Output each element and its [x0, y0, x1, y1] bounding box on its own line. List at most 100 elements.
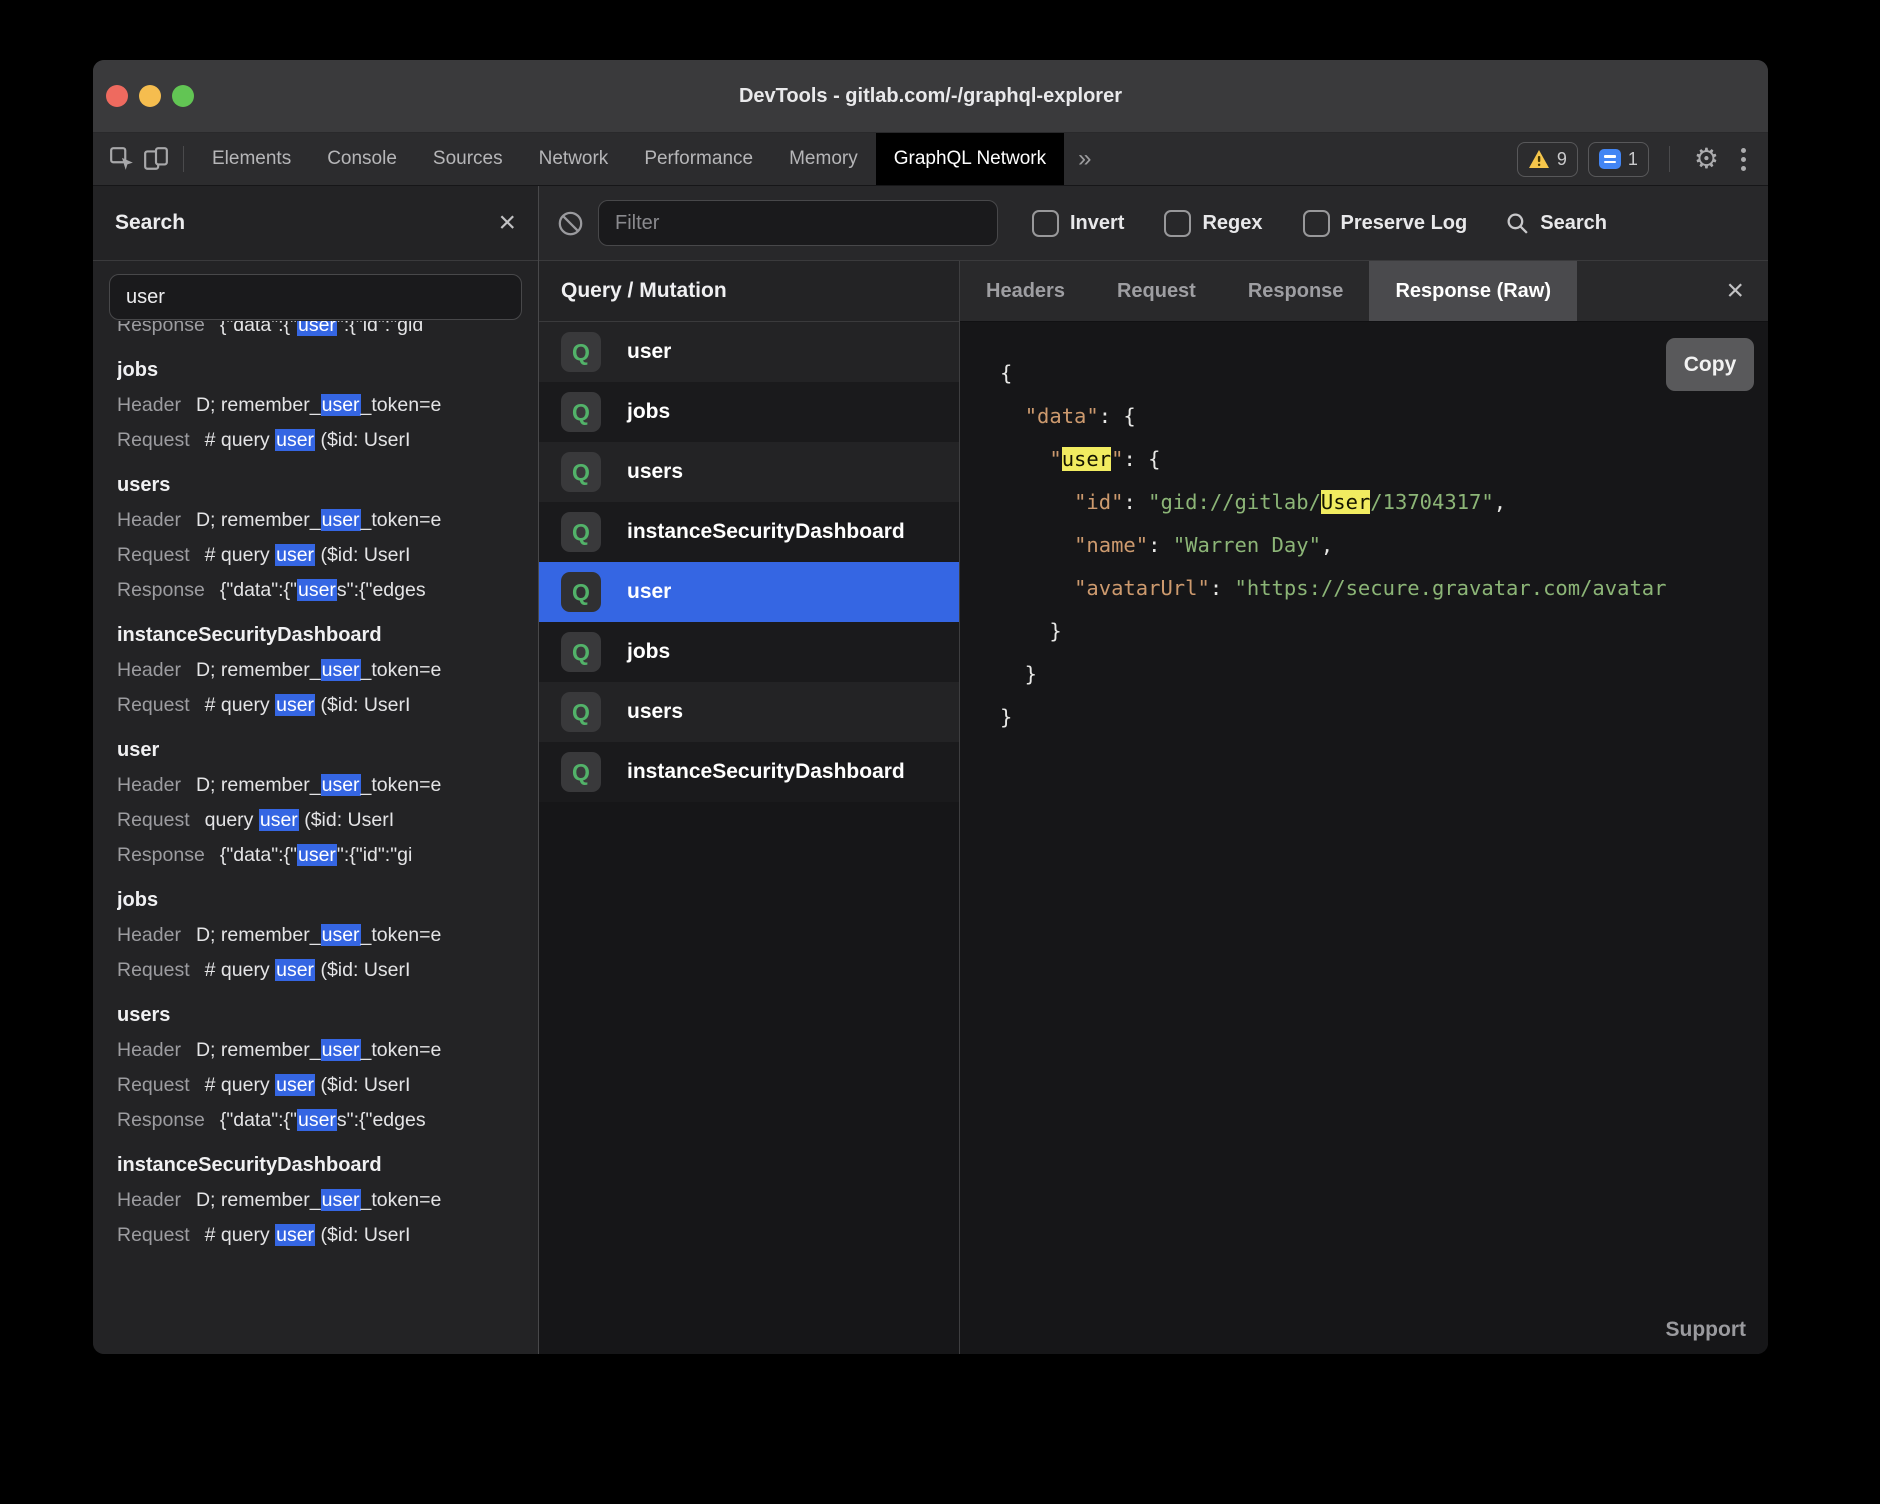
query-list-item-label: user [627, 340, 671, 364]
search-input-wrap [93, 261, 538, 321]
toolbar-right-controls: 9 1 ⚙ [1517, 142, 1754, 177]
invert-checkbox[interactable]: Invert [1032, 210, 1124, 237]
search-result-line[interactable]: HeaderD; remember_user_token=e [117, 388, 538, 423]
detail-tab-strip: HeadersRequestResponseResponse (Raw) × [960, 261, 1768, 322]
detail-tab-headers[interactable]: Headers [960, 261, 1091, 321]
devtools-tab-console[interactable]: Console [309, 133, 415, 185]
title-bar[interactable]: DevTools - gitlab.com/-/graphql-explorer [93, 60, 1768, 133]
search-result-line[interactable]: Request# query user ($id: UserI [117, 1218, 538, 1253]
search-result-line[interactable]: Request# query user ($id: UserI [117, 953, 538, 988]
query-list-item-label: user [627, 580, 671, 604]
search-result-line[interactable]: Request# query user ($id: UserI [117, 688, 538, 723]
query-list-header: Query / Mutation [539, 261, 959, 322]
devtools-tab-network[interactable]: Network [521, 133, 627, 185]
inspect-element-icon[interactable] [105, 142, 139, 176]
issues-count: 1 [1628, 149, 1638, 170]
detail-tab-request[interactable]: Request [1091, 261, 1222, 321]
devtools-tab-memory[interactable]: Memory [771, 133, 876, 185]
json-line: "data": { [1000, 395, 1768, 438]
search-result-line[interactable]: HeaderD; remember_user_token=e [117, 503, 538, 538]
preserve-log-checkbox-label: Preserve Log [1341, 212, 1468, 235]
filter-input[interactable] [598, 200, 998, 246]
query-list-item-user[interactable]: Quser [539, 562, 959, 622]
search-match-highlight: user [321, 1039, 361, 1061]
search-result-line[interactable]: HeaderD; remember_user_token=e [117, 653, 538, 688]
search-match-highlight: user [259, 809, 299, 831]
search-result-line[interactable]: HeaderD; remember_user_token=e [117, 768, 538, 803]
devtools-tab-sources[interactable]: Sources [415, 133, 521, 185]
search-result-line[interactable]: HeaderD; remember_user_token=e [117, 918, 538, 953]
search-result-group-title: users [117, 468, 538, 503]
regex-checkbox-box[interactable] [1164, 210, 1191, 237]
query-list-item-instancesecuritydashboard[interactable]: QinstanceSecurityDashboard [539, 502, 959, 562]
search-result-group-title: instanceSecurityDashboard [117, 618, 538, 653]
devtools-tab-performance[interactable]: Performance [626, 133, 771, 185]
raw-response-json: { "data": { "user": { "id": "gid://gitla… [1000, 352, 1768, 739]
search-result-group-title: jobs [117, 353, 538, 388]
search-input[interactable] [109, 274, 522, 320]
query-list-item-jobs[interactable]: Qjobs [539, 382, 959, 442]
copy-button[interactable]: Copy [1666, 338, 1754, 391]
detail-tab-response[interactable]: Response [1222, 261, 1370, 321]
query-list-item-label: users [627, 460, 683, 484]
close-window-button[interactable] [106, 85, 128, 107]
regex-checkbox[interactable]: Regex [1164, 210, 1262, 237]
search-result-line-label: Request [117, 809, 190, 831]
query-list-item-jobs[interactable]: Qjobs [539, 622, 959, 682]
minimize-window-button[interactable] [139, 85, 161, 107]
devtools-tab-graphql-network[interactable]: GraphQL Network [876, 133, 1064, 185]
search-result-line[interactable]: Response{"data":{"users":{"edges [117, 573, 538, 608]
query-type-badge: Q [561, 752, 601, 792]
search-match-highlight: user [297, 321, 337, 336]
search-result-line[interactable]: HeaderD; remember_user_token=e [117, 1033, 538, 1068]
network-lower-region: Query / Mutation QuserQjobsQusersQinstan… [539, 261, 1768, 1354]
zoom-window-button[interactable] [172, 85, 194, 107]
query-list-item-instancesecuritydashboard[interactable]: QinstanceSecurityDashboard [539, 742, 959, 802]
search-match-highlight: user [321, 394, 361, 416]
search-result-line-label: Header [117, 774, 181, 796]
search-result-line[interactable]: Response{"data":{"user":{"id":"gi [117, 838, 538, 873]
devtools-toolbar: ElementsConsoleSourcesNetworkPerformance… [93, 133, 1768, 186]
query-list-item-user[interactable]: Quser [539, 322, 959, 382]
traffic-lights [93, 85, 194, 107]
detail-tab-response-raw[interactable]: Response (Raw) [1369, 261, 1577, 321]
device-toolbar-icon[interactable] [139, 142, 173, 176]
filter-bar: Invert Regex Preserve Log Search [539, 186, 1768, 261]
invert-checkbox-box[interactable] [1032, 210, 1059, 237]
search-panel-title: Search [115, 211, 185, 235]
clear-filter-icon[interactable] [557, 210, 584, 237]
search-result-line[interactable]: HeaderD; remember_user_token=e [117, 1183, 538, 1218]
search-result-line[interactable]: Request# query user ($id: UserI [117, 423, 538, 458]
search-result-line-label: Header [117, 1189, 181, 1211]
json-line: "id": "gid://gitlab/User/13704317", [1000, 481, 1768, 524]
close-detail-icon[interactable]: × [1726, 276, 1768, 306]
query-type-badge: Q [561, 692, 601, 732]
settings-gear-icon[interactable]: ⚙ [1690, 145, 1723, 173]
search-result-line[interactable]: Response{"data":{"users":{"edges [117, 1103, 538, 1138]
query-list-item-users[interactable]: Qusers [539, 682, 959, 742]
kebab-menu-icon[interactable] [1733, 148, 1754, 171]
search-match-highlight: user [297, 844, 337, 866]
error-count-badge[interactable]: 9 [1517, 142, 1578, 177]
search-match-highlight: user [275, 429, 315, 451]
search-result-line-label: Response [117, 321, 205, 336]
query-type-badge: Q [561, 512, 601, 552]
more-tabs-chevron-icon[interactable]: » [1064, 133, 1105, 185]
detail-panel: HeadersRequestResponseResponse (Raw) × C… [960, 261, 1768, 1354]
close-search-icon[interactable]: × [498, 208, 516, 238]
issues-count-badge[interactable]: 1 [1588, 142, 1649, 177]
query-list-item-users[interactable]: Qusers [539, 442, 959, 502]
preserve-log-checkbox-box[interactable] [1303, 210, 1330, 237]
search-result-line[interactable]: Requestquery user ($id: UserI [117, 803, 538, 838]
query-type-badge: Q [561, 632, 601, 672]
search-result-line[interactable]: Response{"data":{"user":{"id":"gid [117, 321, 538, 343]
preserve-log-checkbox[interactable]: Preserve Log [1303, 210, 1468, 237]
error-count: 9 [1557, 149, 1567, 170]
search-result-line[interactable]: Request# query user ($id: UserI [117, 1068, 538, 1103]
network-search-toggle[interactable]: Search [1505, 211, 1607, 236]
search-panel: Search × Response{"data":{"user":{"id":"… [93, 186, 539, 1354]
query-list-item-label: jobs [627, 400, 670, 424]
support-link[interactable]: Support [1666, 1318, 1746, 1342]
devtools-tab-elements[interactable]: Elements [194, 133, 309, 185]
search-result-line[interactable]: Request# query user ($id: UserI [117, 538, 538, 573]
